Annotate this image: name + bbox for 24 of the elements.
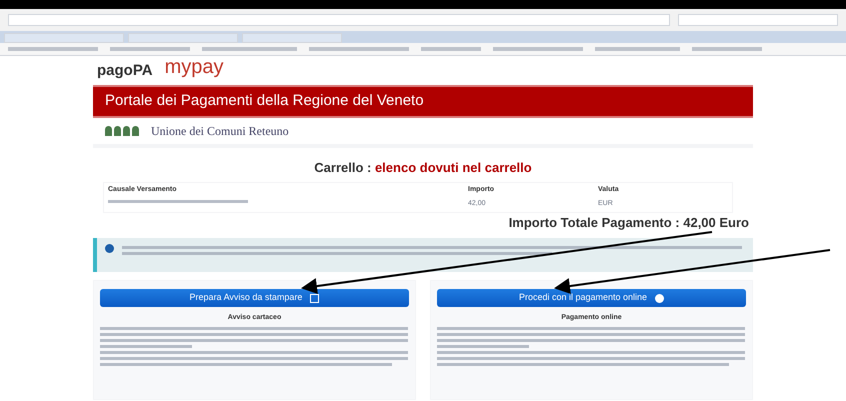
total-amount: Importo Totale Pagamento : 42,00 Euro bbox=[508, 214, 750, 232]
banner-title: Portale dei Pagamenti della Regione del Veneto bbox=[105, 91, 424, 112]
document-icon bbox=[310, 294, 320, 302]
bookmark-item[interactable] bbox=[110, 47, 190, 51]
search-bar[interactable] bbox=[678, 14, 838, 26]
bookmark-item[interactable] bbox=[309, 47, 409, 51]
bookmark-item[interactable] bbox=[692, 47, 762, 51]
bookmark-item[interactable] bbox=[595, 47, 680, 51]
logo: mypay bbox=[164, 55, 224, 80]
option-button[interactable]: Procedi con il pagamento online bbox=[437, 289, 746, 307]
address-bar[interactable] bbox=[8, 14, 670, 26]
browser-tab[interactable] bbox=[4, 33, 124, 43]
info-icon bbox=[105, 244, 114, 253]
cart-title: Carrello : elenco dovuti nel carrello bbox=[313, 159, 533, 177]
bookmark-item[interactable] bbox=[202, 47, 297, 51]
logo: pagoPA bbox=[97, 60, 153, 80]
bookmark-item[interactable] bbox=[8, 47, 98, 51]
entity-name: Unione dei Comuni Reteuno bbox=[151, 123, 289, 140]
bookmark-item[interactable] bbox=[421, 47, 481, 51]
bookmark-item[interactable] bbox=[493, 47, 583, 51]
browser-tab[interactable] bbox=[242, 33, 342, 43]
option-button[interactable]: Prepara Avviso da stampare bbox=[100, 289, 409, 307]
browser-tab[interactable] bbox=[128, 33, 238, 43]
coat-of-arms-icon bbox=[105, 126, 139, 136]
